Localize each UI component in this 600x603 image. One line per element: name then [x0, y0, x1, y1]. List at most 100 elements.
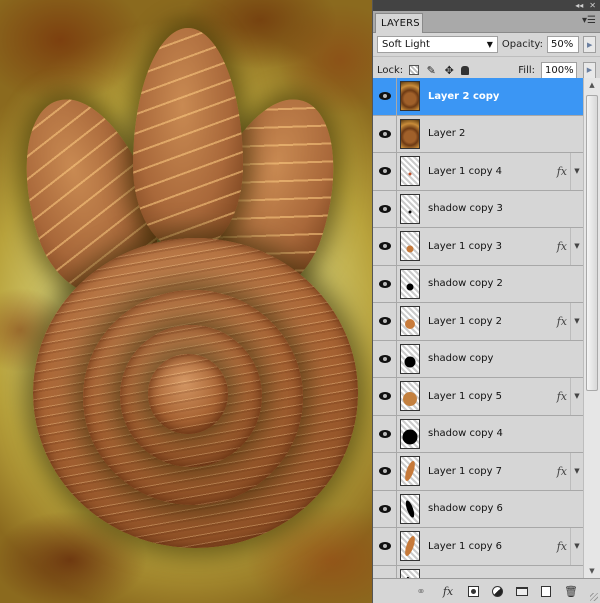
layer-row[interactable]: Layer 1 copy 3 fx ▼ — [373, 228, 583, 266]
expand-effects-icon[interactable]: ▼ — [570, 453, 583, 490]
layer-thumbnail[interactable] — [400, 568, 420, 578]
fill-slider-button[interactable]: ▶ — [583, 61, 596, 79]
opacity-input[interactable]: 50% — [546, 36, 580, 53]
visibility-toggle[interactable] — [373, 190, 397, 227]
lock-all-icon[interactable] — [461, 65, 470, 75]
new-group-icon[interactable] — [516, 586, 528, 596]
document-canvas[interactable] — [0, 0, 372, 603]
visibility-toggle[interactable] — [373, 265, 397, 302]
tab-layers[interactable]: LAYERS — [375, 13, 423, 33]
visibility-toggle[interactable] — [373, 565, 397, 578]
layer-thumbnail[interactable] — [400, 231, 420, 262]
layer-name: shadow copy — [428, 353, 494, 365]
layer-thumbnail[interactable] — [400, 156, 420, 187]
layer-thumbnail[interactable] — [400, 418, 420, 449]
layer-effects-icon[interactable]: fx — [557, 165, 567, 178]
layer-row[interactable]: shadow copy 4 — [373, 415, 583, 453]
layer-name: Layer 1 copy 4 — [428, 165, 503, 177]
link-layers-icon[interactable]: ⚭ — [414, 585, 428, 598]
visibility-toggle[interactable] — [373, 78, 397, 115]
visibility-toggle[interactable] — [373, 340, 397, 377]
scroll-up-arrow-icon[interactable]: ▲ — [584, 78, 600, 92]
layer-row[interactable]: shadow copy 3 — [373, 190, 583, 228]
eye-icon — [378, 317, 391, 326]
layer-name: shadow copy 6 — [428, 503, 503, 515]
thumbnail-content — [408, 172, 412, 176]
layer-thumbnail[interactable] — [400, 343, 420, 374]
layer-effects-icon[interactable]: fx — [557, 465, 567, 478]
layer-row[interactable]: shadow copy 2 — [373, 265, 583, 303]
blend-mode-select[interactable]: Soft Light ▼ — [377, 36, 498, 53]
layer-row[interactable]: Layer 1 copy 4 fx ▼ — [373, 153, 583, 191]
resize-grip[interactable] — [590, 593, 598, 601]
layer-effects-icon[interactable]: fx — [557, 540, 567, 553]
double-chevron-left-icon[interactable]: ◂◂ — [575, 1, 583, 10]
layers-bottom-toolbar: ⚭ fx 🗑 — [373, 578, 600, 603]
thumbnail-content — [408, 210, 412, 214]
layer-list-scrollbar[interactable]: ▲ ▼ — [583, 78, 600, 578]
thumbnail-content — [403, 535, 417, 558]
expand-effects-icon[interactable]: ▼ — [570, 228, 583, 265]
layer-row[interactable]: Layer 1 copy 2 fx ▼ — [373, 303, 583, 341]
thumbnail-content — [403, 392, 417, 407]
layer-effects-icon[interactable]: fx — [557, 390, 567, 403]
add-layer-style-icon[interactable]: fx — [441, 585, 455, 598]
layer-row[interactable]: Layer 1 copy 5 fx ▼ — [373, 378, 583, 416]
new-layer-icon[interactable] — [541, 585, 551, 597]
layer-row[interactable] — [373, 565, 583, 578]
add-layer-mask-icon[interactable] — [468, 585, 479, 597]
opacity-slider-button[interactable]: ▶ — [583, 36, 596, 53]
eye-icon — [378, 242, 391, 251]
layer-name: Layer 1 copy 3 — [428, 240, 503, 252]
layer-thumbnail[interactable] — [400, 531, 420, 562]
delete-layer-icon[interactable]: 🗑 — [564, 585, 578, 598]
eye-icon — [378, 467, 391, 476]
expand-effects-icon[interactable]: ▼ — [570, 303, 583, 340]
layer-name: Layer 2 copy — [428, 90, 500, 102]
layer-row[interactable]: Layer 1 copy 6 fx ▼ — [373, 528, 583, 566]
artwork-petal-center — [133, 28, 243, 250]
layer-thumbnail[interactable] — [400, 381, 420, 412]
panel-menu-icon[interactable]: ▾☰ — [582, 15, 596, 26]
layer-thumbnail[interactable] — [400, 456, 420, 487]
visibility-toggle[interactable] — [373, 528, 397, 565]
visibility-toggle[interactable] — [373, 153, 397, 190]
layer-thumbnail[interactable] — [400, 193, 420, 224]
fill-label: Fill: — [518, 64, 535, 76]
expand-effects-icon[interactable]: ▼ — [570, 528, 583, 565]
layer-list: Layer 2 copy Layer 2 Layer 1 copy 4 fx ▼ shad… — [373, 78, 583, 578]
thumbnail-content — [406, 283, 414, 291]
eye-icon — [378, 279, 391, 288]
layer-effects-icon[interactable]: fx — [557, 315, 567, 328]
layer-row[interactable]: shadow copy — [373, 340, 583, 378]
fill-input[interactable]: 100% — [541, 61, 577, 79]
layer-row[interactable]: Layer 1 copy 7 fx ▼ — [373, 453, 583, 491]
layer-thumbnail[interactable] — [400, 306, 420, 337]
layer-thumbnail[interactable] — [400, 268, 420, 299]
layer-thumbnail[interactable] — [400, 81, 420, 112]
fill-value: 100% — [545, 64, 574, 76]
visibility-toggle[interactable] — [373, 303, 397, 340]
layer-row[interactable]: shadow copy 6 — [373, 490, 583, 528]
new-adjustment-layer-icon[interactable] — [492, 585, 503, 597]
scrollbar-thumb[interactable] — [586, 95, 598, 391]
layer-name: Layer 2 — [428, 128, 466, 140]
layer-thumbnail[interactable] — [400, 493, 420, 524]
visibility-toggle[interactable] — [373, 490, 397, 527]
visibility-toggle[interactable] — [373, 415, 397, 452]
layer-row[interactable]: Layer 2 — [373, 115, 583, 153]
lock-position-icon[interactable]: ✥ — [443, 64, 455, 77]
layer-row[interactable]: Layer 2 copy — [373, 78, 583, 116]
layer-effects-icon[interactable]: fx — [557, 240, 567, 253]
close-icon[interactable]: ✕ — [589, 1, 596, 10]
visibility-toggle[interactable] — [373, 228, 397, 265]
expand-effects-icon[interactable]: ▼ — [570, 153, 583, 190]
visibility-toggle[interactable] — [373, 453, 397, 490]
visibility-toggle[interactable] — [373, 115, 397, 152]
lock-image-pixels-icon[interactable]: ✎ — [425, 64, 437, 77]
lock-transparent-pixels-icon[interactable] — [409, 65, 420, 75]
scroll-down-arrow-icon[interactable]: ▼ — [584, 564, 600, 578]
layer-thumbnail[interactable] — [400, 118, 420, 149]
visibility-toggle[interactable] — [373, 378, 397, 415]
expand-effects-icon[interactable]: ▼ — [570, 378, 583, 415]
